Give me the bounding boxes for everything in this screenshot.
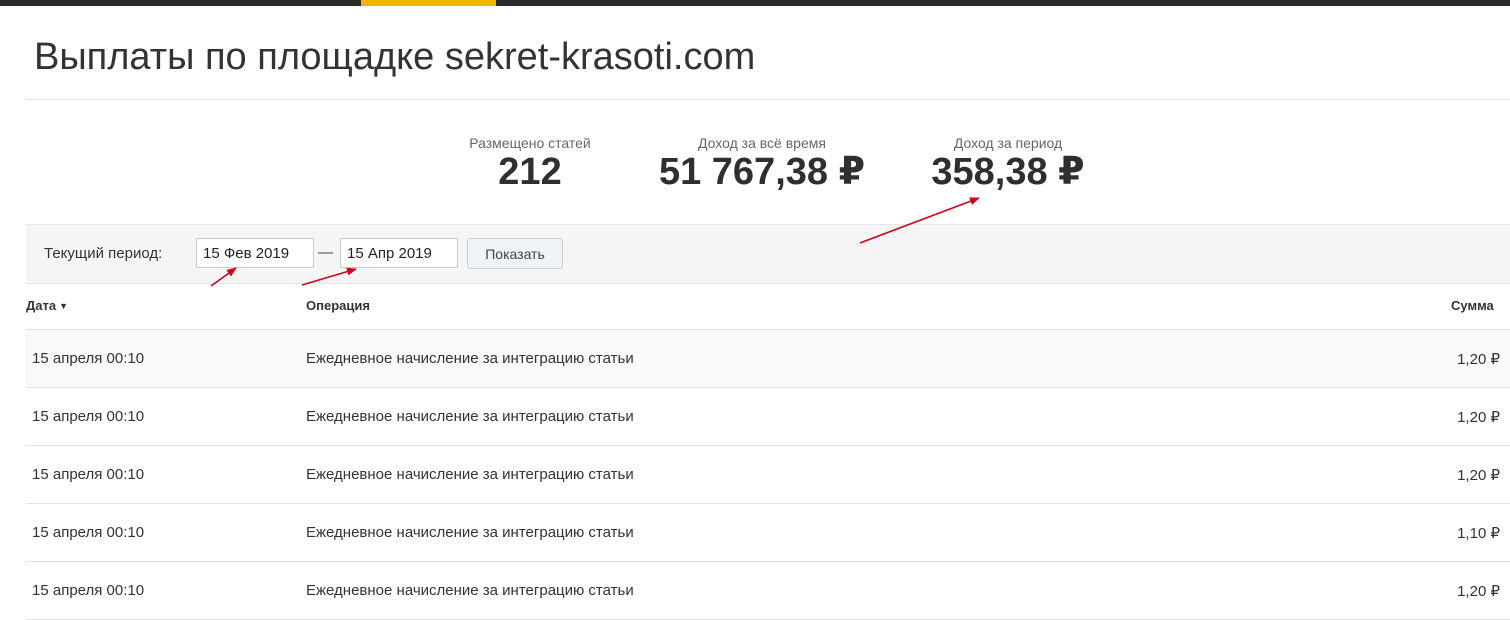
stat-period-income: Доход за период 358,38 ₽ bbox=[925, 134, 1091, 192]
table-row: 15 апреля 00:10 Ежедневное начисление за… bbox=[26, 330, 1510, 388]
date-to-input[interactable] bbox=[340, 238, 458, 268]
date-from-input[interactable] bbox=[196, 238, 314, 268]
stat-articles: Размещено статей 212 bbox=[460, 134, 600, 192]
stat-label: Размещено статей bbox=[469, 135, 591, 151]
table-row: 15 апреля 00:10 Ежедневное начисление за… bbox=[26, 446, 1510, 504]
stat-value: 358,38 ₽ bbox=[931, 151, 1085, 193]
column-header-label: Дата bbox=[26, 298, 57, 313]
period-label: Текущий период: bbox=[44, 245, 163, 262]
top-navigation-bar bbox=[0, 0, 1510, 6]
column-header-date[interactable]: Дата ▼ bbox=[26, 298, 68, 313]
row-amount: 1,20 ₽ bbox=[1457, 351, 1500, 368]
stat-value: 212 bbox=[498, 151, 562, 193]
row-amount: 1,20 ₽ bbox=[1457, 467, 1500, 484]
row-date: 15 апреля 00:10 bbox=[32, 350, 145, 367]
row-date: 15 апреля 00:10 bbox=[32, 408, 145, 425]
page-title: Выплаты по площадке sekret-krasoti.com bbox=[34, 36, 756, 78]
column-header-operation: Операция bbox=[306, 298, 370, 313]
date-separator: — bbox=[318, 244, 333, 261]
row-date: 15 апреля 00:10 bbox=[32, 524, 145, 541]
stat-value: 51 767,38 ₽ bbox=[658, 151, 866, 193]
stat-label: Доход за период bbox=[953, 135, 1063, 151]
row-amount: 1,20 ₽ bbox=[1457, 409, 1500, 426]
column-header-amount: Сумма bbox=[1451, 298, 1494, 313]
show-button[interactable]: Показать bbox=[467, 238, 563, 269]
row-operation: Ежедневное начисление за интеграцию стат… bbox=[306, 524, 634, 541]
stat-total-income: Доход за всё время 51 767,38 ₽ bbox=[655, 134, 869, 192]
row-date: 15 апреля 00:10 bbox=[32, 466, 145, 483]
row-amount: 1,10 ₽ bbox=[1457, 525, 1500, 542]
period-filter-bar: Текущий период: — Показать bbox=[26, 224, 1510, 284]
active-tab-indicator bbox=[361, 0, 496, 6]
stat-label: Доход за всё время bbox=[698, 135, 826, 151]
divider bbox=[26, 99, 1510, 100]
caret-down-icon: ▼ bbox=[59, 301, 69, 311]
row-operation: Ежедневное начисление за интеграцию стат… bbox=[306, 408, 634, 425]
row-amount: 1,20 ₽ bbox=[1457, 583, 1500, 600]
table-row: 15 апреля 00:10 Ежедневное начисление за… bbox=[26, 562, 1510, 620]
table-row: 15 апреля 00:10 Ежедневное начисление за… bbox=[26, 504, 1510, 562]
table-row: 15 апреля 00:10 Ежедневное начисление за… bbox=[26, 388, 1510, 446]
row-operation: Ежедневное начисление за интеграцию стат… bbox=[306, 466, 634, 483]
row-operation: Ежедневное начисление за интеграцию стат… bbox=[306, 350, 634, 367]
